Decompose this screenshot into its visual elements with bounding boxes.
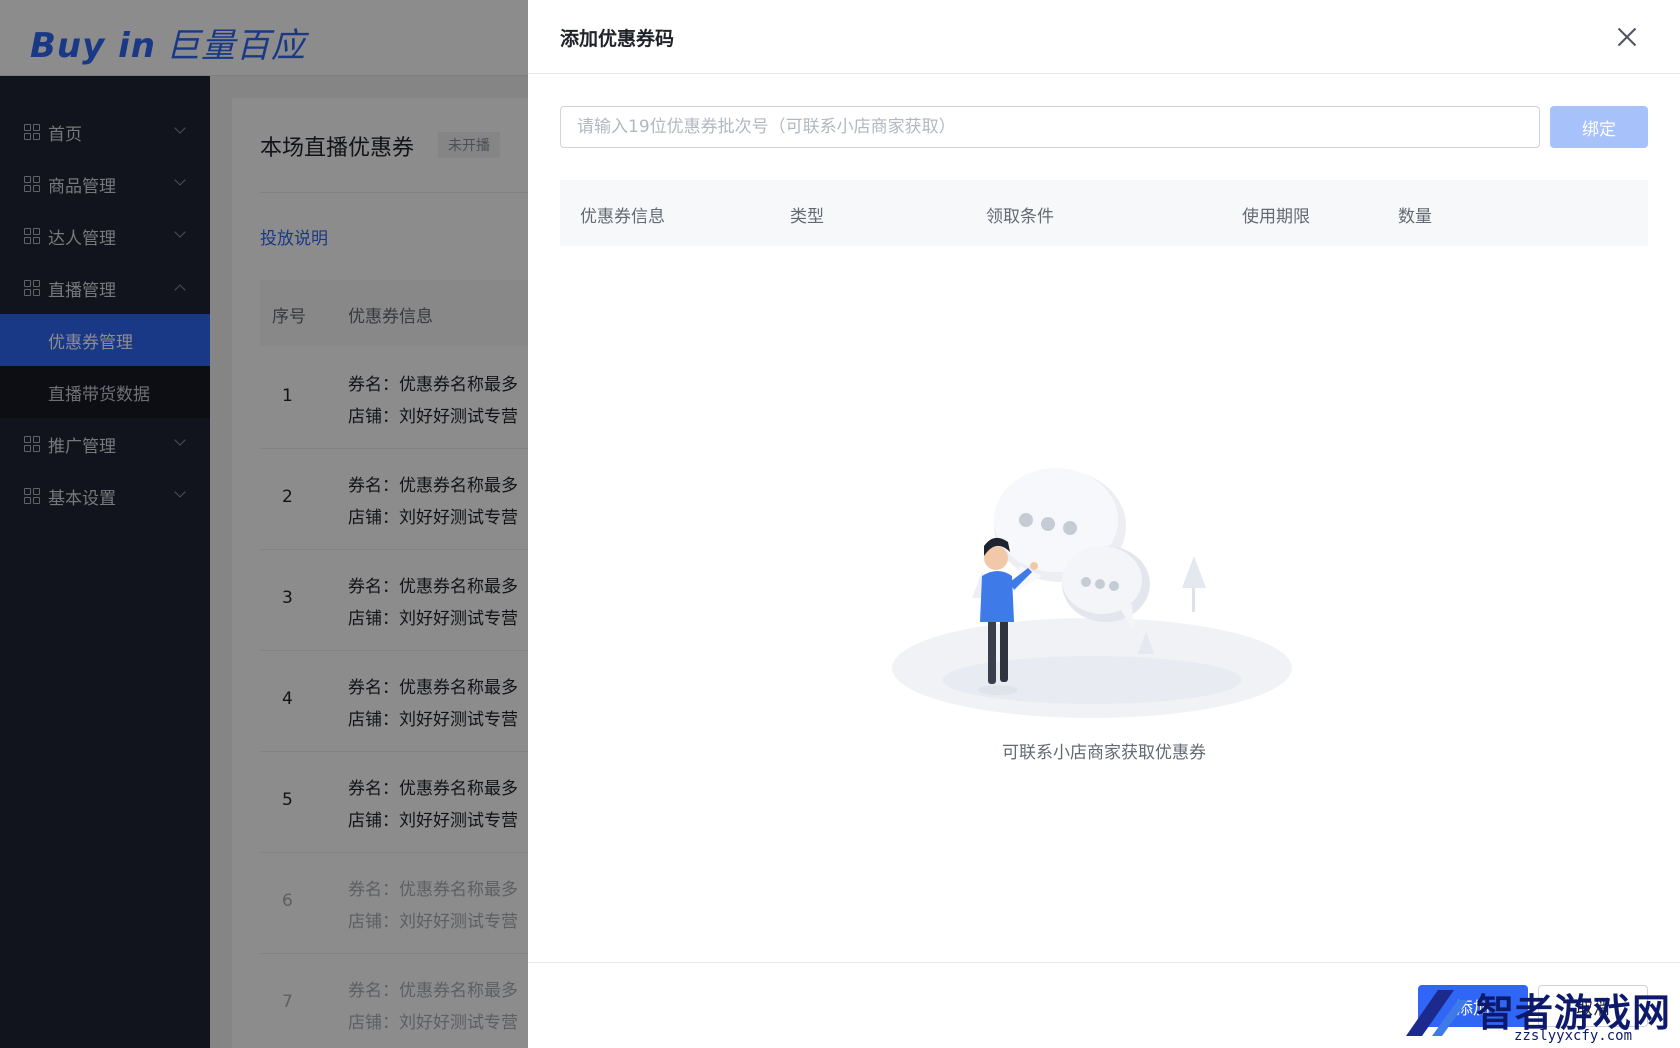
site-watermark: 智者游戏网 zzslyyxcfy.com [1402,978,1678,1048]
bind-button[interactable]: 绑定 [1550,106,1648,148]
watermark-logo-icon [1406,990,1468,1036]
add-coupon-drawer: 添加优惠券码 绑定 优惠券信息 类型 领取条件 使用期限 数量 [528,0,1680,1048]
column-header-info: 优惠券信息 [580,207,665,227]
watermark-url: zzslyyxcfy.com [1514,1028,1633,1044]
drawer-header: 添加优惠券码 [528,0,1680,74]
close-icon[interactable] [1612,22,1642,52]
coupon-code-input[interactable] [560,106,1540,148]
coupon-table-header: 优惠券信息 类型 领取条件 使用期限 数量 [560,180,1648,246]
column-header-quantity: 数量 [1398,207,1432,227]
empty-state-illustration [892,468,1292,718]
drawer-title: 添加优惠券码 [560,28,675,50]
column-header-condition: 领取条件 [986,207,1054,227]
column-header-type: 类型 [790,207,824,227]
column-header-period: 使用期限 [1242,207,1310,227]
empty-state-text: 可联系小店商家获取优惠券 [1002,743,1206,763]
